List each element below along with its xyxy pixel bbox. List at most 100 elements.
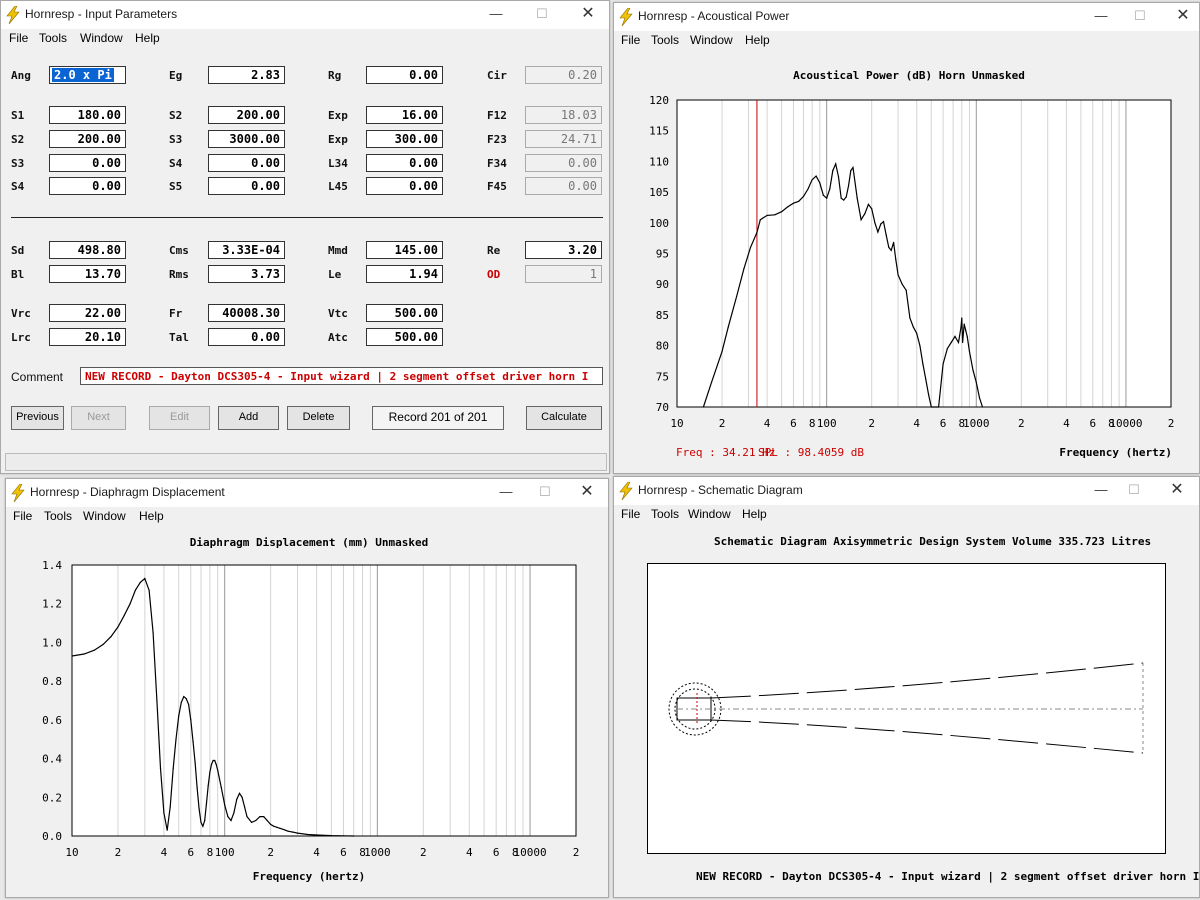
menu-window[interactable]: Window [83, 509, 126, 523]
sd-field[interactable]: 498.80 [49, 241, 126, 259]
l45-field[interactable]: 0.00 [366, 177, 443, 195]
menu-tools[interactable]: Tools [44, 509, 72, 523]
menu-file[interactable]: File [13, 509, 32, 523]
add-button[interactable]: Add [218, 406, 279, 430]
bl-field[interactable]: 13.70 [49, 265, 126, 283]
s2b-field[interactable]: 200.00 [49, 130, 126, 148]
s4b-field[interactable]: 0.00 [49, 177, 126, 195]
menu-file[interactable]: File [9, 31, 28, 45]
data-point [194, 761, 196, 763]
s4a-field[interactable]: 0.00 [208, 154, 285, 172]
menu-window[interactable]: Window [80, 31, 123, 45]
data-point [207, 785, 209, 787]
vtc-field[interactable]: 500.00 [366, 304, 443, 322]
minimize-icon[interactable]: — [473, 1, 519, 29]
data-point [273, 825, 275, 827]
x-tick-label: 2 [267, 846, 274, 859]
menu-file[interactable]: File [621, 33, 640, 47]
previous-button[interactable]: Previous [11, 406, 64, 430]
menu-help[interactable]: Help [742, 507, 767, 521]
lrc-field[interactable]: 20.10 [49, 328, 126, 346]
record-indicator: Record 201 of 201 [372, 406, 504, 430]
x-tick-label: 6 [940, 417, 947, 430]
x-tick-label: 2 [1168, 417, 1175, 430]
data-point [919, 345, 921, 347]
cir-field[interactable]: 0.20 [525, 66, 602, 84]
menu-help[interactable]: Help [745, 33, 770, 47]
menu-help[interactable]: Help [135, 31, 160, 45]
data-point [284, 829, 286, 831]
ang-label: Ang [11, 69, 31, 82]
f12-label: F12 [487, 109, 507, 122]
eg-field[interactable]: 2.83 [208, 66, 285, 84]
f23-field[interactable]: 24.71 [525, 130, 602, 148]
s1-field[interactable]: 180.00 [49, 106, 126, 124]
menu-window[interactable]: Window [688, 507, 731, 521]
data-point [957, 341, 960, 344]
s3a-field[interactable]: 3000.00 [208, 130, 285, 148]
next-button[interactable]: Next [71, 406, 126, 430]
re-field[interactable]: 3.20 [525, 241, 602, 259]
menu-tools[interactable]: Tools [39, 31, 67, 45]
menu-window[interactable]: Window [690, 33, 733, 47]
data-point [279, 827, 281, 829]
data-point [727, 326, 729, 328]
atc-field[interactable]: 500.00 [366, 328, 443, 346]
data-point [871, 208, 873, 210]
delete-button[interactable]: Delete [287, 406, 350, 430]
data-point [205, 802, 208, 804]
close-icon[interactable]: ✕ [565, 1, 609, 29]
close-icon[interactable]: ✕ [1160, 3, 1199, 31]
horn-schematic-drawing [647, 563, 1166, 854]
calculate-button[interactable]: Calculate [526, 406, 602, 430]
f34-field[interactable]: 0.00 [525, 154, 602, 172]
s5-label: S5 [169, 180, 183, 193]
l34-field[interactable]: 0.00 [366, 154, 443, 172]
maximize-icon[interactable]: ☐ [1117, 3, 1163, 31]
data-point [802, 195, 805, 197]
ang-field[interactable]: 2.0 x Pi [49, 66, 126, 84]
rg-field[interactable]: 0.00 [366, 66, 443, 84]
data-point [880, 223, 882, 225]
s2a-field[interactable]: 200.00 [208, 106, 285, 124]
rms-field[interactable]: 3.73 [208, 265, 285, 283]
le-field[interactable]: 1.94 [366, 265, 443, 283]
menu-tools[interactable]: Tools [651, 507, 679, 521]
edit-button[interactable]: Edit [149, 406, 210, 430]
menu-file[interactable]: File [621, 507, 640, 521]
mmd-field[interactable]: 145.00 [366, 241, 443, 259]
f45-field[interactable]: 0.00 [525, 177, 602, 195]
data-point [233, 812, 235, 814]
fr-field[interactable]: 40008.30 [208, 304, 285, 322]
diaphragm-displacement-window: Hornresp - Diaphragm Displacement — ☐ ✕ … [5, 478, 609, 898]
s2b-label: S2 [11, 133, 25, 146]
data-point [227, 816, 229, 818]
tal-field[interactable]: 0.00 [208, 328, 285, 346]
exp1-field[interactable]: 16.00 [366, 106, 443, 124]
f12-field[interactable]: 18.03 [525, 106, 602, 124]
menu-help[interactable]: Help [139, 509, 164, 523]
y-tick-label: 1.4 [42, 559, 62, 572]
data-point [963, 323, 965, 325]
vrc-field[interactable]: 22.00 [49, 304, 126, 322]
data-point [188, 703, 190, 705]
exp2-field[interactable]: 300.00 [366, 130, 443, 148]
data-point [200, 821, 202, 823]
cms-field[interactable]: 3.33E-04 [208, 241, 285, 259]
maximize-icon[interactable]: ☐ [1111, 477, 1157, 505]
close-icon[interactable]: ✕ [1154, 477, 1199, 505]
le-label: Le [328, 268, 342, 281]
data-point [826, 197, 828, 199]
menu-tools[interactable]: Tools [651, 33, 679, 47]
data-point [292, 831, 294, 833]
y-tick-label: 0.8 [42, 675, 62, 688]
maximize-icon[interactable]: ☐ [519, 1, 565, 29]
close-icon[interactable]: ✕ [564, 479, 608, 507]
s3b-field[interactable]: 0.00 [49, 154, 126, 172]
s5-field[interactable]: 0.00 [208, 177, 285, 195]
od-field[interactable]: 1 [525, 265, 602, 283]
comment-field[interactable]: NEW RECORD - Dayton DCS305-4 - Input wiz… [80, 367, 603, 385]
x-tick-label: 10 [670, 417, 683, 430]
maximize-icon[interactable]: ☐ [522, 479, 568, 507]
data-point [192, 740, 194, 742]
